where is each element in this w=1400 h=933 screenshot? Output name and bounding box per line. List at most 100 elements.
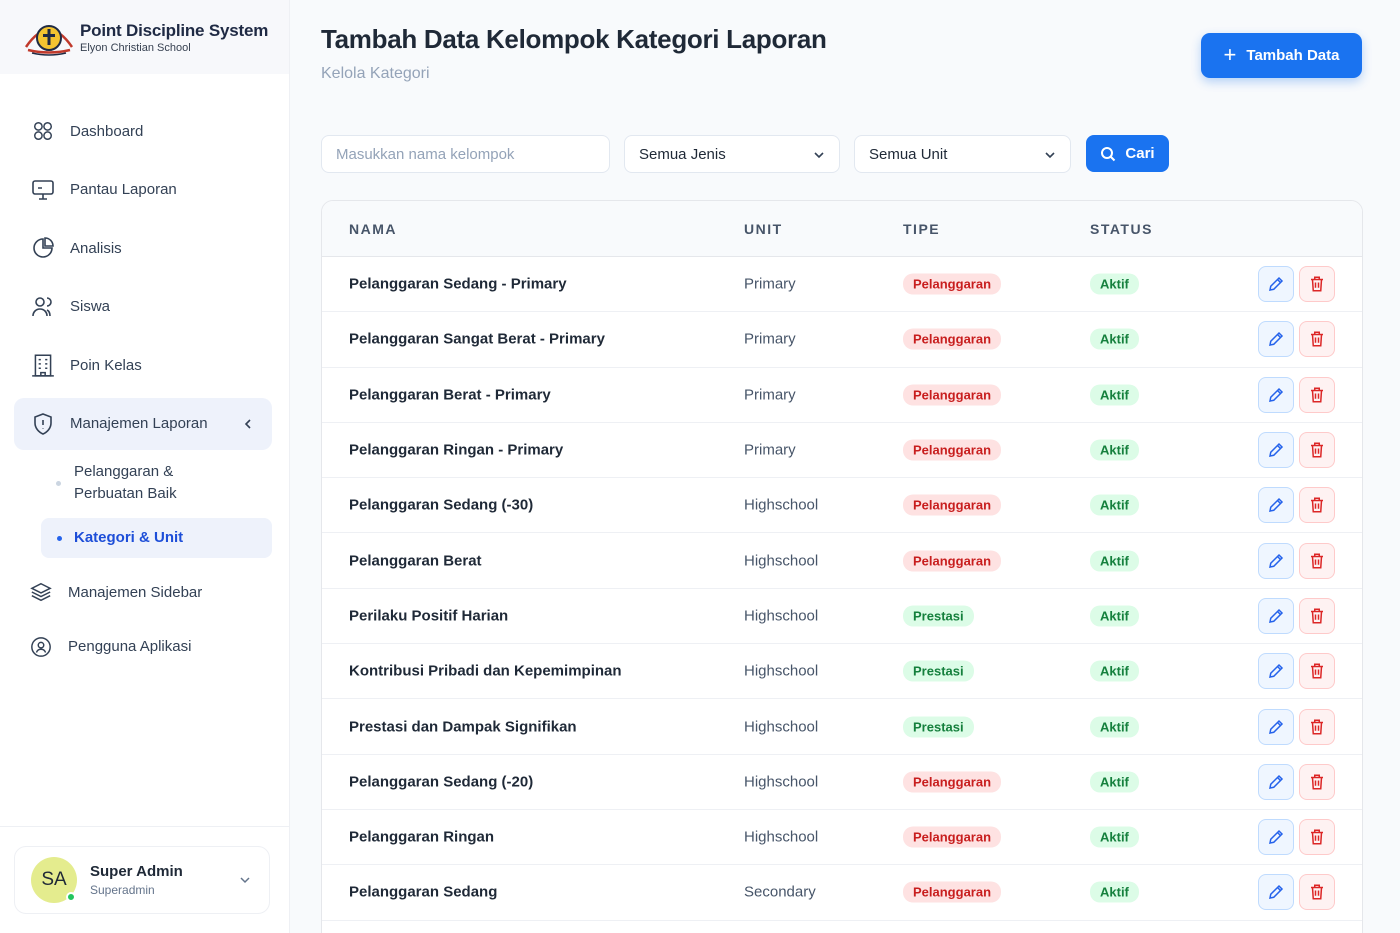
trash-icon: [1311, 553, 1323, 569]
cell-unit: Primary: [744, 441, 796, 459]
delete-button[interactable]: [1299, 708, 1335, 745]
search-button-label: Cari: [1125, 145, 1155, 162]
layers-icon: [28, 579, 54, 605]
delete-button[interactable]: [1299, 597, 1335, 634]
cell-nama: Pelanggaran Sedang (-30): [349, 496, 534, 514]
pencil-icon: [1269, 664, 1284, 679]
delete-button[interactable]: [1299, 542, 1335, 579]
unit-select[interactable]: Semua Unit: [854, 135, 1071, 173]
pencil-icon: [1269, 885, 1284, 900]
delete-button[interactable]: [1299, 376, 1335, 413]
cell-unit: Primary: [744, 330, 796, 348]
trash-icon: [1311, 331, 1323, 347]
plus-icon: +: [1223, 41, 1237, 67]
column-header-status: STATUS: [1090, 221, 1153, 237]
edit-button[interactable]: [1258, 542, 1294, 579]
type-badge: Prestasi: [903, 716, 974, 738]
add-data-button[interactable]: + Tambah Data: [1201, 33, 1362, 78]
user-badge-icon: [28, 634, 54, 660]
search-icon: [1101, 146, 1116, 161]
sidebar-item-manajemen-sidebar[interactable]: Manajemen Sidebar: [14, 568, 272, 616]
cell-tipe: Pelanggaran: [903, 550, 1002, 572]
edit-button[interactable]: [1258, 597, 1294, 634]
subnav-item-label: Pelanggaran & Perbuatan Baik: [74, 463, 177, 502]
delete-button[interactable]: [1299, 487, 1335, 524]
cell-unit: Highschool: [744, 496, 819, 514]
avatar-initials: SA: [41, 869, 67, 890]
status-badge: Aktif: [1090, 439, 1139, 461]
cell-nama: Pelanggaran Ringan - Primary: [349, 441, 564, 459]
sidebar-divider: [0, 826, 290, 827]
sidebar-item-manajemen-laporan[interactable]: Manajemen Laporan: [14, 397, 272, 450]
subnav-item-label: Kategori & Unit: [74, 529, 184, 546]
status-badge: Aktif: [1090, 494, 1139, 516]
trash-icon: [1311, 663, 1323, 679]
status-badge: Aktif: [1090, 826, 1139, 848]
sidebar-item-dashboard[interactable]: Dashboard: [14, 105, 272, 157]
brand[interactable]: Point Discipline System Elyon Christian …: [0, 0, 289, 74]
delete-button[interactable]: [1299, 763, 1335, 800]
brand-title: Point Discipline System: [80, 20, 269, 40]
cell-status: Aktif: [1090, 771, 1139, 793]
user-menu[interactable]: SA Super Admin Superadmin: [14, 846, 270, 914]
cell-status: Aktif: [1090, 273, 1139, 295]
cell-unit: Secondary: [744, 883, 816, 901]
status-badge: Aktif: [1090, 384, 1139, 406]
cell-status: Aktif: [1090, 439, 1139, 461]
delete-button[interactable]: [1299, 432, 1335, 469]
delete-button[interactable]: [1299, 321, 1335, 358]
edit-button[interactable]: [1258, 708, 1294, 745]
search-input[interactable]: [321, 135, 610, 173]
sidebar-item-label: Pengguna Aplikasi: [68, 638, 192, 655]
edit-button[interactable]: [1258, 321, 1294, 358]
pencil-icon: [1269, 442, 1284, 457]
column-header-tipe: TIPE: [903, 221, 941, 237]
sidebar-item-pantau-laporan[interactable]: Pantau Laporan: [14, 164, 272, 216]
sidebar-item-analisis[interactable]: Analisis: [14, 222, 272, 274]
cell-status: Aktif: [1090, 660, 1139, 682]
edit-button[interactable]: [1258, 266, 1294, 303]
edit-button[interactable]: [1258, 874, 1294, 911]
delete-button[interactable]: [1299, 874, 1335, 911]
cell-tipe: Pelanggaran: [903, 494, 1002, 516]
table-body: Pelanggaran Sedang - Primary Primary Pel…: [322, 257, 1362, 921]
trash-icon: [1311, 884, 1323, 900]
search-button[interactable]: Cari: [1086, 135, 1169, 172]
delete-button[interactable]: [1299, 819, 1335, 856]
subnav-item-kategori-unit[interactable]: Kategori & Unit: [41, 518, 272, 558]
type-badge: Prestasi: [903, 660, 974, 682]
column-header-unit: UNIT: [744, 221, 783, 237]
status-badge: Aktif: [1090, 328, 1139, 350]
cell-status: Aktif: [1090, 328, 1139, 350]
status-badge: Aktif: [1090, 550, 1139, 572]
type-badge: Pelanggaran: [903, 494, 1002, 516]
sidebar-item-poin-kelas[interactable]: Poin Kelas: [14, 339, 272, 391]
type-badge: Pelanggaran: [903, 550, 1002, 572]
pencil-icon: [1269, 277, 1284, 292]
delete-button[interactable]: [1299, 266, 1335, 303]
sidebar-item-siswa[interactable]: Siswa: [14, 281, 272, 333]
pencil-icon: [1269, 553, 1284, 568]
category-table: NAMA UNIT TIPE STATUS Pelanggaran Sedang…: [321, 200, 1363, 933]
subnav-item-pelanggaran[interactable]: Pelanggaran & Perbuatan Baik: [14, 454, 272, 512]
table-row: Perilaku Positif Harian Highschool Prest…: [322, 589, 1362, 645]
table-row: Kontribusi Pribadi dan Kepemimpinan High…: [322, 644, 1362, 700]
cell-status: Aktif: [1090, 384, 1139, 406]
cell-tipe: Pelanggaran: [903, 826, 1002, 848]
jenis-select[interactable]: Semua Jenis: [624, 135, 840, 173]
edit-button[interactable]: [1258, 487, 1294, 524]
edit-button[interactable]: [1258, 376, 1294, 413]
sidebar: Point Discipline System Elyon Christian …: [0, 0, 290, 933]
sidebar-nav: Dashboard Pantau Laporan Analisis Siswa …: [14, 105, 272, 677]
cell-unit: Highschool: [744, 607, 819, 625]
cell-nama: Kontribusi Pribadi dan Kepemimpinan: [349, 662, 622, 680]
delete-button[interactable]: [1299, 653, 1335, 690]
sidebar-item-pengguna-aplikasi[interactable]: Pengguna Aplikasi: [14, 623, 272, 671]
trash-icon: [1311, 442, 1323, 458]
pencil-icon: [1269, 608, 1284, 623]
edit-button[interactable]: [1258, 763, 1294, 800]
edit-button[interactable]: [1258, 432, 1294, 469]
edit-button[interactable]: [1258, 653, 1294, 690]
status-badge: Aktif: [1090, 273, 1139, 295]
edit-button[interactable]: [1258, 819, 1294, 856]
